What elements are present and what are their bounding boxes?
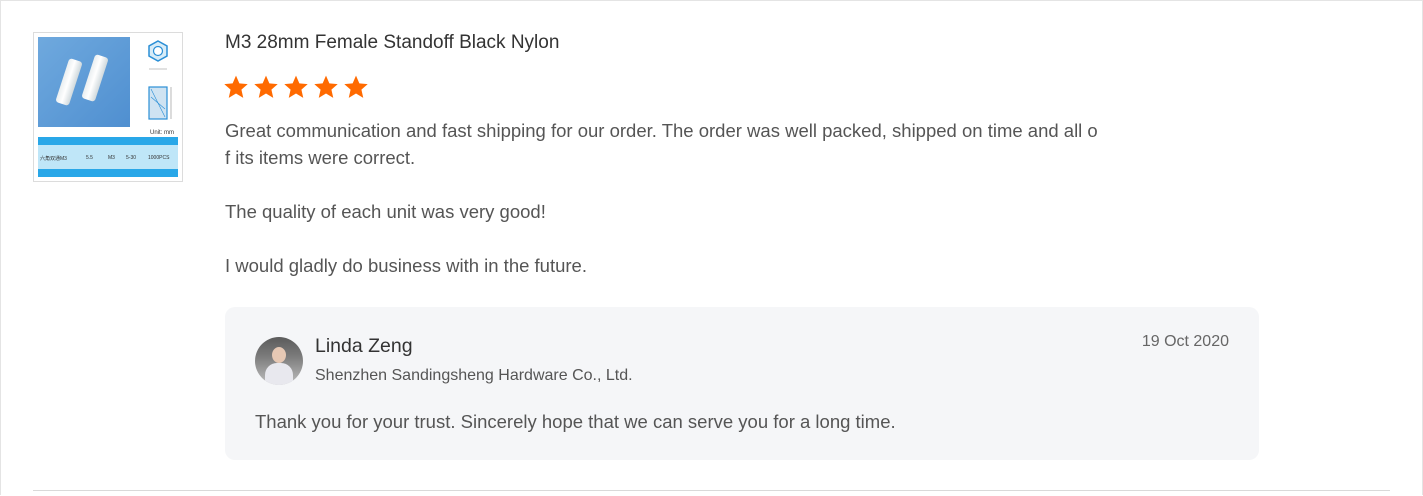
review-paragraph: I would gladly do business with in the f… <box>225 255 587 276</box>
seller-reply: Linda Zeng Shenzhen Sandingsheng Hardwar… <box>225 307 1259 460</box>
avatar-face <box>272 347 286 363</box>
reply-text: Thank you for your trust. Sincerely hope… <box>255 411 896 432</box>
star-icon <box>223 74 249 100</box>
avatar <box>255 337 303 385</box>
spec-cell: 六角双通M3 <box>40 156 67 162</box>
review-text: Great communication and fast shipping fo… <box>225 117 1200 279</box>
spec-table-footer <box>38 169 178 177</box>
seller-name: Linda Zeng <box>315 335 413 357</box>
reply-date: 19 Oct 2020 <box>1141 333 1229 350</box>
product-thumbnail[interactable]: Unit: mm 六角双通M3 5.5 M3 5-30 1000PCS <box>33 32 183 182</box>
product-photo <box>38 37 130 127</box>
standoff-image <box>81 53 109 103</box>
review-line: f its items were correct. <box>225 147 416 168</box>
product-title[interactable]: M3 28mm Female Standoff Black Nylon <box>225 32 559 54</box>
star-icon <box>343 74 369 100</box>
star-icon <box>283 74 309 100</box>
seller-company: Shenzhen Sandingsheng Hardware Co., Ltd. <box>315 367 633 384</box>
spec-table-header <box>38 137 178 145</box>
spec-cell: M3 <box>108 155 115 161</box>
star-rating <box>223 74 373 104</box>
review-line: Great communication and fast shipping fo… <box>225 120 1098 141</box>
standoff-image <box>55 57 83 107</box>
star-icon <box>253 74 279 100</box>
avatar-body <box>265 363 293 385</box>
spec-cell: 5.5 <box>86 155 93 161</box>
technical-drawing-icon <box>148 40 172 120</box>
review-paragraph: The quality of each unit was very good! <box>225 201 546 222</box>
spec-cell: 5-30 <box>126 155 137 161</box>
divider <box>33 490 1390 491</box>
star-icon <box>313 74 339 100</box>
spec-cell: 1000PCS <box>148 155 170 161</box>
spec-unit-label: Unit: mm <box>150 130 174 136</box>
spec-table-row: 六角双通M3 5.5 M3 5-30 1000PCS <box>38 145 178 169</box>
